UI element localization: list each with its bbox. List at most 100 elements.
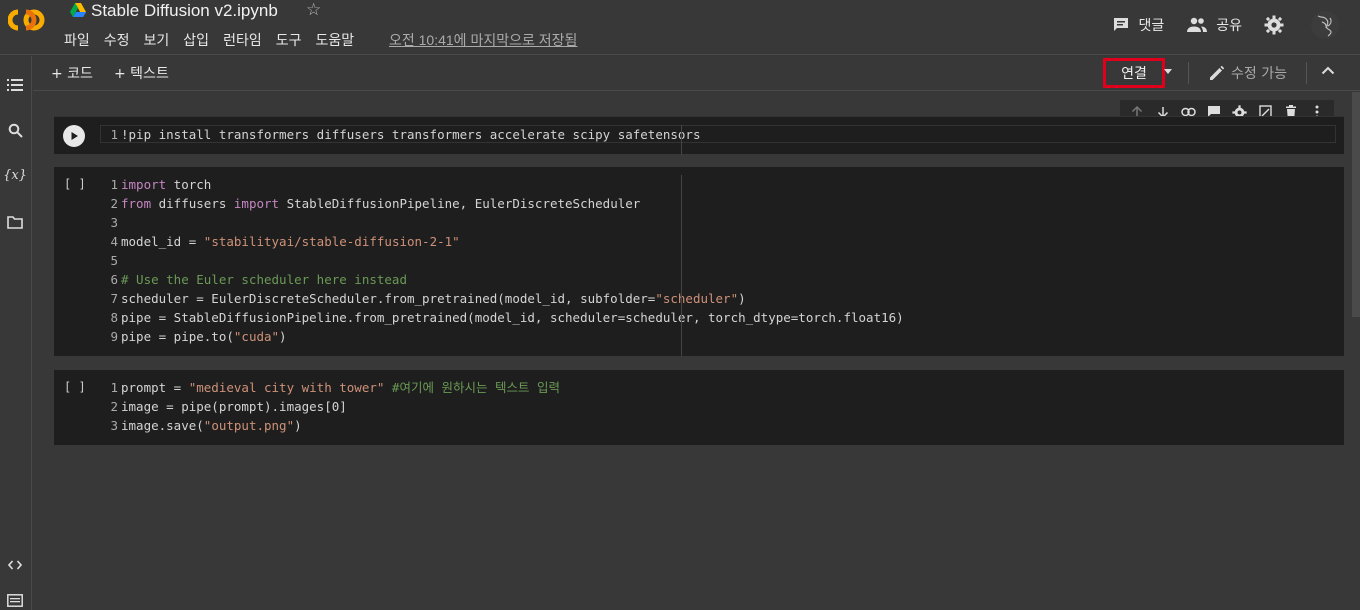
- comment-icon: [1114, 18, 1129, 31]
- code-token: from: [121, 196, 152, 211]
- code-line: 1 import torch: [104, 175, 904, 194]
- search-icon[interactable]: [6, 121, 24, 139]
- folder-icon[interactable]: [6, 213, 24, 231]
- code-token: image = pipe(prompt).images[0]: [121, 399, 347, 414]
- code-token: #여기에 원하시는 텍스트 입력: [384, 380, 561, 395]
- colab-logo[interactable]: [8, 6, 50, 34]
- connect-dropdown-icon[interactable]: [1164, 69, 1172, 74]
- code-token: # Use the Euler scheduler here instead: [121, 272, 407, 287]
- code-snippets-icon[interactable]: [6, 556, 24, 574]
- code-line: 7 scheduler = EulerDiscreteScheduler.from…: [104, 289, 904, 308]
- line-number: 8: [110, 310, 118, 325]
- menu-help[interactable]: 도움말: [315, 30, 354, 50]
- menu-runtime[interactable]: 런타임: [223, 30, 262, 50]
- code-token: pipe = StableDiffusionPipeline.from_pret…: [121, 310, 904, 325]
- variables-icon[interactable]: {x}: [3, 166, 27, 184]
- line-number: 3: [110, 215, 118, 230]
- edit-mode-label: 수정 가능: [1231, 66, 1287, 82]
- line-number: 1: [110, 127, 118, 142]
- edit-mode-toggle[interactable]: 수정 가능: [1208, 63, 1287, 83]
- line-number: 7: [110, 291, 118, 306]
- play-icon: [71, 132, 78, 140]
- chevron-up-icon[interactable]: [1321, 65, 1335, 75]
- code-token: ): [279, 329, 287, 344]
- connect-label: 연결: [1121, 66, 1147, 82]
- code-token: "medieval city with tower": [188, 380, 385, 395]
- left-sidebar: {x}: [0, 56, 32, 610]
- code-token: scheduler = EulerDiscreteScheduler.from_…: [121, 291, 656, 306]
- code-cell[interactable]: 1 !pip install transformers diffusers tra…: [54, 116, 1344, 155]
- star-icon[interactable]: ☆: [306, 0, 321, 20]
- menu-tools[interactable]: 도구: [276, 30, 302, 50]
- line-number: 2: [110, 196, 118, 211]
- connect-button[interactable]: 연결: [1103, 58, 1165, 88]
- comment-label: 댓글: [1138, 18, 1165, 34]
- code-token: image.save(: [121, 418, 204, 433]
- line-number: 6: [110, 272, 118, 287]
- last-saved-link[interactable]: 오전 10:41에 마지막으로 저장됨: [389, 30, 577, 50]
- code-token: "stabilityai/stable-diffusion-2-1": [203, 234, 460, 249]
- code-token: torch: [166, 177, 212, 192]
- cell-editor[interactable]: 1 prompt = "medieval city with tower" #여기…: [104, 378, 560, 435]
- code-line: 2 image = pipe(prompt).images[0]: [104, 397, 560, 416]
- gear-icon: [1264, 15, 1284, 35]
- code-token: import: [233, 196, 280, 211]
- pencil-icon: [1210, 65, 1225, 80]
- code-token: ): [738, 291, 746, 306]
- code-line: 9 pipe = pipe.to("cuda"): [104, 327, 904, 346]
- code-cell[interactable]: [ ] 1 import torch 2 from diffusers import …: [54, 167, 1344, 356]
- code-line: 8 pipe = StableDiffusionPipeline.from_pre…: [104, 308, 904, 327]
- run-cell-button[interactable]: [ ]: [64, 177, 86, 191]
- code-line: 3 image.save("output.png"): [104, 416, 560, 435]
- code-token: !pip install transformers diffusers tran…: [121, 127, 701, 142]
- code-line: 6 # Use the Euler scheduler here instead: [104, 270, 904, 289]
- code-token: pipe = pipe.to(: [121, 329, 234, 344]
- notebook-title[interactable]: Stable Diffusion v2.ipynb: [91, 1, 278, 21]
- menu-view[interactable]: 보기: [144, 30, 170, 50]
- code-token: diffusers: [151, 196, 234, 211]
- settings-button[interactable]: [1264, 15, 1292, 35]
- line-number: 3: [110, 418, 118, 433]
- code-line: 5: [104, 251, 904, 270]
- code-token: prompt =: [121, 380, 189, 395]
- header-actions: 댓글 공유: [1090, 10, 1340, 40]
- scrollbar[interactable]: [1352, 92, 1360, 317]
- code-line: 2 from diffusers import StableDiffusionPi…: [104, 194, 904, 213]
- cell-editor[interactable]: 1 import torch 2 from diffusers import Stab…: [104, 175, 904, 346]
- share-button[interactable]: 공유: [1186, 15, 1242, 35]
- menu-edit[interactable]: 수정: [104, 30, 130, 50]
- cell-editor[interactable]: 1 !pip install transformers diffusers tra…: [104, 125, 700, 144]
- divider: [1188, 62, 1189, 84]
- menu-file[interactable]: 파일: [64, 30, 90, 50]
- line-number: 4: [110, 234, 118, 249]
- ruler-line: [681, 125, 682, 155]
- avatar[interactable]: [1310, 10, 1340, 40]
- code-token: ): [294, 418, 302, 433]
- divider: [1306, 62, 1307, 84]
- share-label: 공유: [1216, 18, 1242, 34]
- code-token: StableDiffusionPipeline, EulerDiscreteSc…: [279, 196, 641, 211]
- run-cell-button[interactable]: [ ]: [64, 380, 86, 394]
- add-code-button[interactable]: + 코드: [51, 63, 93, 83]
- line-number: 5: [110, 253, 118, 268]
- app-header: Stable Diffusion v2.ipynb ☆ 파일 수정 보기 삽입 …: [0, 0, 1360, 55]
- add-text-button[interactable]: + 텍스트: [114, 63, 169, 83]
- comment-button[interactable]: 댓글: [1112, 15, 1164, 35]
- code-line: 4 model_id = "stabilityai/stable-diffusio…: [104, 232, 904, 251]
- line-number: 2: [110, 399, 118, 414]
- code-token: "scheduler": [655, 291, 739, 306]
- code-token: model_id =: [121, 234, 204, 249]
- code-line: 1 prompt = "medieval city with tower" #여기…: [104, 378, 560, 397]
- toc-icon[interactable]: [6, 76, 24, 94]
- code-token: import: [121, 177, 167, 192]
- menu-bar: 파일 수정 보기 삽입 런타임 도구 도움말: [64, 30, 368, 50]
- command-palette-icon[interactable]: [6, 591, 24, 609]
- ruler-line: [681, 175, 682, 356]
- code-line: 3: [104, 213, 904, 232]
- code-cell[interactable]: [ ] 1 prompt = "medieval city with tower"…: [54, 370, 1344, 445]
- menu-insert[interactable]: 삽입: [183, 30, 209, 50]
- notebook-toolbar: + 코드 + 텍스트 연결 수정 가능: [33, 56, 1360, 91]
- code-line: 1 !pip install transformers diffusers tra…: [104, 125, 700, 144]
- run-cell-button[interactable]: [63, 125, 85, 147]
- code-token: "output.png": [203, 418, 295, 433]
